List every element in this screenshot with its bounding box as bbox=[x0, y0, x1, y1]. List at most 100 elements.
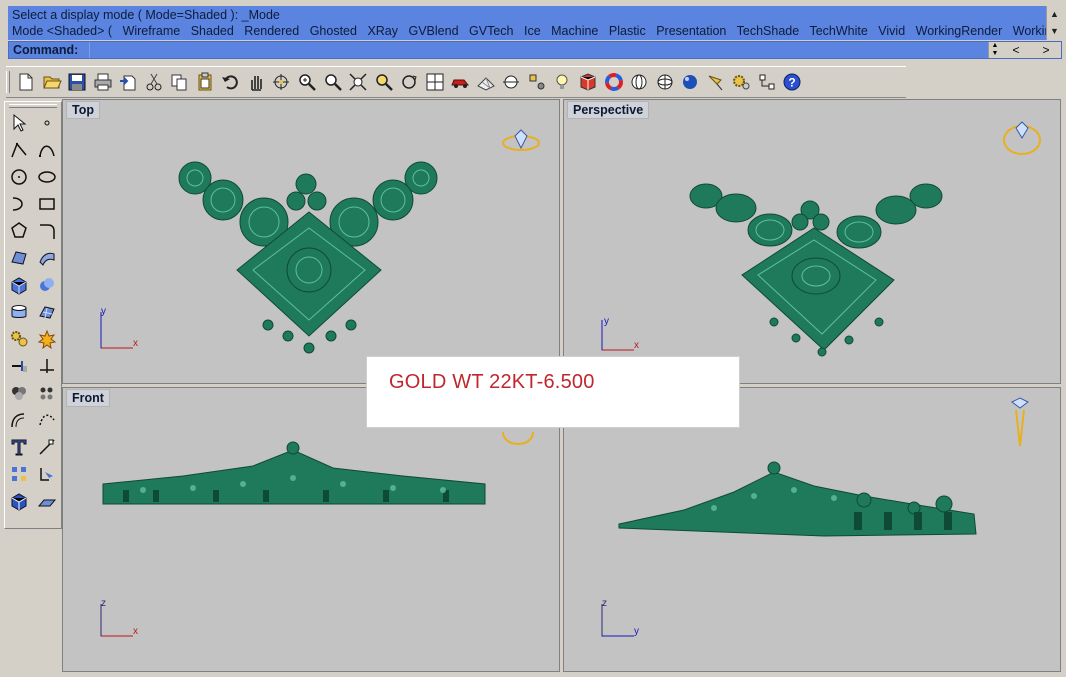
mode-option[interactable]: Rendered bbox=[244, 24, 299, 38]
box-icon[interactable] bbox=[6, 272, 32, 297]
surface-patch-icon[interactable] bbox=[34, 299, 60, 324]
curve-icon[interactable] bbox=[34, 137, 60, 162]
offset-curve-icon[interactable] bbox=[6, 407, 32, 432]
sphere-wire-icon[interactable] bbox=[627, 70, 651, 94]
extend-icon[interactable] bbox=[6, 353, 32, 378]
left-toolbar bbox=[4, 101, 62, 529]
polyline-icon[interactable] bbox=[6, 137, 32, 162]
mode-option[interactable]: Shaded bbox=[191, 24, 234, 38]
zoom-icon[interactable] bbox=[295, 70, 319, 94]
rectangle-icon[interactable] bbox=[34, 191, 60, 216]
mode-option[interactable]: Presentation bbox=[656, 24, 726, 38]
cylinder-icon[interactable] bbox=[6, 299, 32, 324]
rebuild-icon[interactable] bbox=[34, 407, 60, 432]
explode-icon[interactable] bbox=[34, 326, 60, 351]
viewport-title[interactable]: Perspective bbox=[567, 101, 650, 119]
select-arrow-icon[interactable] bbox=[6, 110, 32, 135]
circle-icon[interactable] bbox=[6, 164, 32, 189]
viewport-right[interactable]: z y bbox=[563, 387, 1061, 672]
scripts-icon[interactable] bbox=[755, 70, 779, 94]
scroll-up-icon[interactable]: ▲ bbox=[1047, 6, 1062, 23]
points-grid-icon[interactable] bbox=[6, 461, 32, 486]
fillet-curve-icon[interactable] bbox=[34, 218, 60, 243]
text-icon[interactable] bbox=[6, 434, 32, 459]
toolbar-grip[interactable] bbox=[6, 71, 10, 93]
four-viewports-icon[interactable] bbox=[423, 70, 447, 94]
open-icon[interactable] bbox=[40, 70, 64, 94]
command-spin-icon[interactable]: ▲ ▼ bbox=[988, 42, 1001, 58]
left-toolbar-grip[interactable] bbox=[9, 104, 57, 108]
viewport-front[interactable]: z x Front bbox=[62, 387, 560, 672]
globe-icon[interactable] bbox=[653, 70, 677, 94]
arc-icon[interactable] bbox=[6, 191, 32, 216]
axis-x-label: x bbox=[133, 338, 138, 349]
rotate-icon[interactable] bbox=[269, 70, 293, 94]
viewport-title[interactable]: Top bbox=[66, 101, 100, 119]
grid-icon[interactable] bbox=[474, 70, 498, 94]
viewport-perspective[interactable]: y x Perspective bbox=[563, 99, 1061, 384]
lightbulb-icon[interactable] bbox=[550, 70, 574, 94]
color-wheel-icon[interactable] bbox=[602, 70, 626, 94]
command-next-button[interactable]: > bbox=[1031, 43, 1061, 57]
command-history: Select a display mode ( Mode=Shaded ): _… bbox=[8, 6, 1062, 40]
car-icon[interactable] bbox=[448, 70, 472, 94]
mode-option[interactable]: Wireframe bbox=[123, 24, 181, 38]
ellipse-icon[interactable] bbox=[34, 164, 60, 189]
trim-icon[interactable] bbox=[34, 353, 60, 378]
mode-option[interactable]: Ghosted bbox=[310, 24, 357, 38]
undo-icon[interactable] bbox=[218, 70, 242, 94]
zoom-selected-icon[interactable] bbox=[372, 70, 396, 94]
axis-x-label: x bbox=[133, 626, 138, 637]
render-icon[interactable] bbox=[576, 70, 600, 94]
mode-option[interactable]: TechWhite bbox=[809, 24, 867, 38]
mode-option[interactable]: Vivid bbox=[878, 24, 905, 38]
help-icon[interactable]: ? bbox=[780, 70, 804, 94]
mode-option[interactable]: TechShade bbox=[737, 24, 800, 38]
paste-icon[interactable] bbox=[193, 70, 217, 94]
command-input[interactable] bbox=[89, 42, 988, 58]
solid-box-icon[interactable] bbox=[6, 488, 32, 513]
zoom-extents-icon[interactable] bbox=[346, 70, 370, 94]
rhino-window: Select a display mode ( Mode=Shaded ): _… bbox=[0, 0, 1066, 677]
lamp-icon[interactable] bbox=[704, 70, 728, 94]
viewport-title[interactable]: Front bbox=[66, 389, 110, 407]
render-sphere-icon[interactable] bbox=[678, 70, 702, 94]
plane-icon[interactable] bbox=[34, 488, 60, 513]
zoom-window-icon[interactable] bbox=[321, 70, 345, 94]
point-icon[interactable] bbox=[34, 110, 60, 135]
circle-snap-icon[interactable] bbox=[499, 70, 523, 94]
rotate-view-icon[interactable] bbox=[397, 70, 421, 94]
mode-option[interactable]: Plastic bbox=[609, 24, 646, 38]
boolean-icon[interactable] bbox=[34, 272, 60, 297]
surface-icon[interactable] bbox=[6, 245, 32, 270]
extract-icon[interactable] bbox=[34, 461, 60, 486]
mode-option[interactable]: Machine bbox=[551, 24, 598, 38]
scroll-down-icon[interactable]: ▼ bbox=[1047, 23, 1062, 40]
new-icon[interactable] bbox=[14, 70, 38, 94]
array-icon[interactable] bbox=[34, 380, 60, 405]
viewport-top[interactable]: y x Top bbox=[62, 99, 560, 384]
save-icon[interactable] bbox=[65, 70, 89, 94]
axis-z-label: z bbox=[602, 598, 607, 609]
pan-icon[interactable] bbox=[244, 70, 268, 94]
transform-icon[interactable] bbox=[6, 326, 32, 351]
axis-x-label: x bbox=[634, 340, 639, 351]
import-icon[interactable] bbox=[116, 70, 140, 94]
gears-icon[interactable] bbox=[729, 70, 753, 94]
mode-option[interactable]: Ice bbox=[524, 24, 541, 38]
print-icon[interactable] bbox=[91, 70, 115, 94]
points-icon[interactable] bbox=[525, 70, 549, 94]
sweep-icon[interactable] bbox=[34, 245, 60, 270]
polygon-icon[interactable] bbox=[6, 218, 32, 243]
mode-option[interactable]: XRay bbox=[367, 24, 398, 38]
mode-option[interactable]: WorkingRender bbox=[916, 24, 1003, 38]
group-icon[interactable] bbox=[6, 380, 32, 405]
mode-option[interactable]: GVBlend bbox=[409, 24, 459, 38]
command-prev-button[interactable]: < bbox=[1001, 43, 1031, 57]
mode-option[interactable]: GVTech bbox=[469, 24, 513, 38]
dimension-icon[interactable] bbox=[34, 434, 60, 459]
cut-icon[interactable] bbox=[142, 70, 166, 94]
axis-y-label: y bbox=[101, 306, 106, 317]
copy-icon[interactable] bbox=[167, 70, 191, 94]
history-scrollbar[interactable]: ▲ ▼ bbox=[1046, 6, 1062, 40]
